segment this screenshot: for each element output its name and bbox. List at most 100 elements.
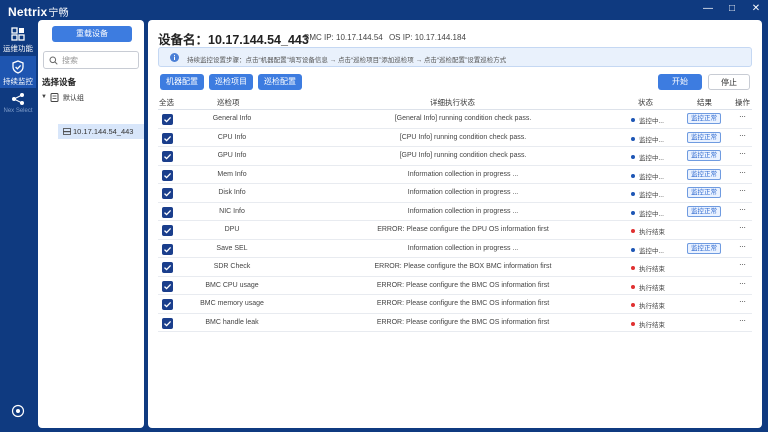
notice-text: 持续监控设置步骤：点击“机器配置”填写设备信息 → 点击“巡检项目”添加巡检项 … [187, 57, 507, 64]
row-item-name: BMC memory usage [200, 300, 264, 307]
row-item-name: BMC handle leak [205, 318, 259, 326]
checkmark-icon [164, 172, 172, 179]
row-checkbox[interactable] [162, 317, 173, 329]
left-nav: 运维功能 持续监控 Nex Select [0, 22, 36, 432]
table-row: DPU ERROR: Please configure the DPU OS in… [158, 221, 752, 240]
caret-down-icon[interactable]: ▼ [41, 94, 47, 100]
search-input[interactable] [62, 53, 136, 67]
start-button[interactable]: 开始 [658, 74, 702, 90]
table-header: 全选 巡检项 详细执行状态 状态 结果 操作 [158, 96, 752, 110]
row-detail: ERROR: Please configure the BMC OS infor… [376, 318, 550, 326]
row-result-badge: 监控正常 [687, 205, 721, 217]
more-actions-button[interactable]: ··· [739, 242, 746, 251]
search-icon [49, 56, 58, 65]
inspection-table: General Info [General Info] running condi… [158, 110, 752, 332]
row-result-badge: 监控正常 [687, 168, 721, 180]
row-checkbox[interactable] [162, 151, 173, 162]
more-actions-button[interactable]: ··· [739, 168, 746, 177]
row-checkbox[interactable] [162, 206, 173, 218]
row-checkbox[interactable] [162, 225, 173, 236]
row-result-badge: 监控正常 [687, 242, 721, 254]
more-actions-button[interactable]: ··· [739, 260, 746, 269]
row-status: 执行结束 [631, 300, 665, 310]
nav-continuous-monitor[interactable]: 持续监控 [0, 56, 36, 88]
tree-device-item[interactable]: 10.17.144.54_443 [58, 124, 144, 139]
row-detail: [General Info] running condition check p… [394, 115, 532, 122]
nav-ops-functions[interactable]: 运维功能 [0, 24, 36, 54]
row-checkbox[interactable] [162, 243, 173, 255]
col-action: 操作 [735, 98, 750, 107]
row-result-badge: 监控正常 [687, 187, 721, 198]
table-row: General Info [General Info] running condi… [158, 110, 752, 129]
app-logo: Nettrix宁畅 [8, 4, 69, 19]
status-dot [631, 136, 635, 141]
row-status-text: 监控中... [639, 155, 664, 162]
col-detail: 详细执行状态 [430, 98, 475, 107]
row-checkbox[interactable] [162, 132, 173, 144]
minimize-button[interactable]: — [702, 3, 714, 15]
nav-label-monitor: 持续监控 [3, 77, 33, 86]
row-detail: Information collection in progress ... [407, 244, 519, 252]
inspection-items-button[interactable]: 巡检项目 [209, 74, 253, 90]
row-detail: Information collection in progress ... [407, 189, 519, 196]
status-dot [631, 118, 635, 122]
nav-label-ops: 运维功能 [3, 44, 33, 53]
row-detail: Information collection in progress ... [407, 170, 519, 178]
row-detail: ERROR: Please configure the BMC OS infor… [376, 300, 550, 307]
table-row: BMC memory usage ERROR: Please configure … [158, 295, 752, 314]
status-dot [631, 192, 635, 196]
row-status: 执行结束 [631, 282, 665, 292]
setup-notice: 持续监控设置步骤：点击“机器配置”填写设备信息 → 点击“巡检项目”添加巡检项 … [158, 47, 752, 67]
title-bar: Nettrix宁畅 — □ ✕ [0, 0, 768, 22]
col-select-all[interactable]: 全选 [159, 97, 174, 108]
row-checkbox[interactable] [162, 280, 173, 292]
os-ip: OS IP: 10.17.144.184 [388, 33, 466, 42]
col-result: 结果 [697, 98, 712, 107]
close-button[interactable]: ✕ [750, 3, 762, 15]
row-checkbox[interactable] [162, 299, 173, 310]
table-row: CPU Info [CPU Info] running condition che… [158, 129, 752, 147]
table-row: BMC CPU usage ERROR: Please configure the… [158, 277, 752, 295]
row-checkbox[interactable] [162, 262, 173, 273]
tree-group-default[interactable]: ▼ 默认组 [40, 92, 140, 104]
checkmark-icon [164, 116, 172, 123]
more-actions-button[interactable]: ··· [739, 279, 746, 288]
device-panel: 重载设备 选择设备 ▼ 默认组 10.17.144.54_443 [38, 20, 144, 428]
checkmark-icon [164, 153, 172, 160]
row-checkbox[interactable] [162, 114, 173, 125]
device-search [43, 51, 139, 69]
nav-nex-select[interactable]: Nex Select [0, 90, 36, 120]
table-row: Save SEL Information collection in progre… [158, 240, 752, 258]
shield-monitor-icon [12, 60, 24, 74]
status-dot [631, 210, 635, 215]
inspection-config-button[interactable]: 巡检配置 [258, 74, 302, 90]
row-status: 监控中... [631, 171, 664, 181]
more-actions-button[interactable]: ··· [739, 316, 746, 325]
more-actions-button[interactable]: ··· [739, 186, 746, 195]
row-status: 执行结束 [631, 319, 665, 329]
maximize-button[interactable]: □ [726, 3, 738, 15]
row-status: 监控中... [631, 245, 664, 255]
checkmark-icon [164, 283, 172, 290]
row-detail: ERROR: Please configure the BMC OS infor… [376, 281, 550, 289]
status-dot [631, 321, 635, 326]
settings-gear-icon[interactable] [11, 404, 25, 418]
more-actions-button[interactable]: ··· [739, 223, 746, 232]
more-actions-button[interactable]: ··· [739, 112, 746, 121]
reload-devices-button[interactable]: 重载设备 [52, 26, 132, 42]
row-item-name: NIC Info [219, 207, 245, 215]
status-dot [631, 266, 635, 270]
more-actions-button[interactable]: ··· [739, 297, 746, 306]
machine-config-button[interactable]: 机器配置 [160, 74, 204, 90]
row-status-text: 执行结束 [639, 321, 665, 329]
row-status-text: 监控中... [639, 210, 664, 218]
row-checkbox[interactable] [162, 188, 173, 199]
more-actions-button[interactable]: ··· [739, 205, 746, 214]
row-checkbox[interactable] [162, 169, 173, 181]
more-actions-button[interactable]: ··· [739, 131, 746, 140]
checkmark-icon [164, 227, 172, 234]
stop-button[interactable]: 停止 [708, 74, 750, 90]
row-item-name: CPU Info [217, 133, 247, 141]
more-actions-button[interactable]: ··· [739, 149, 746, 158]
row-result-badge: 监控正常 [687, 150, 721, 161]
